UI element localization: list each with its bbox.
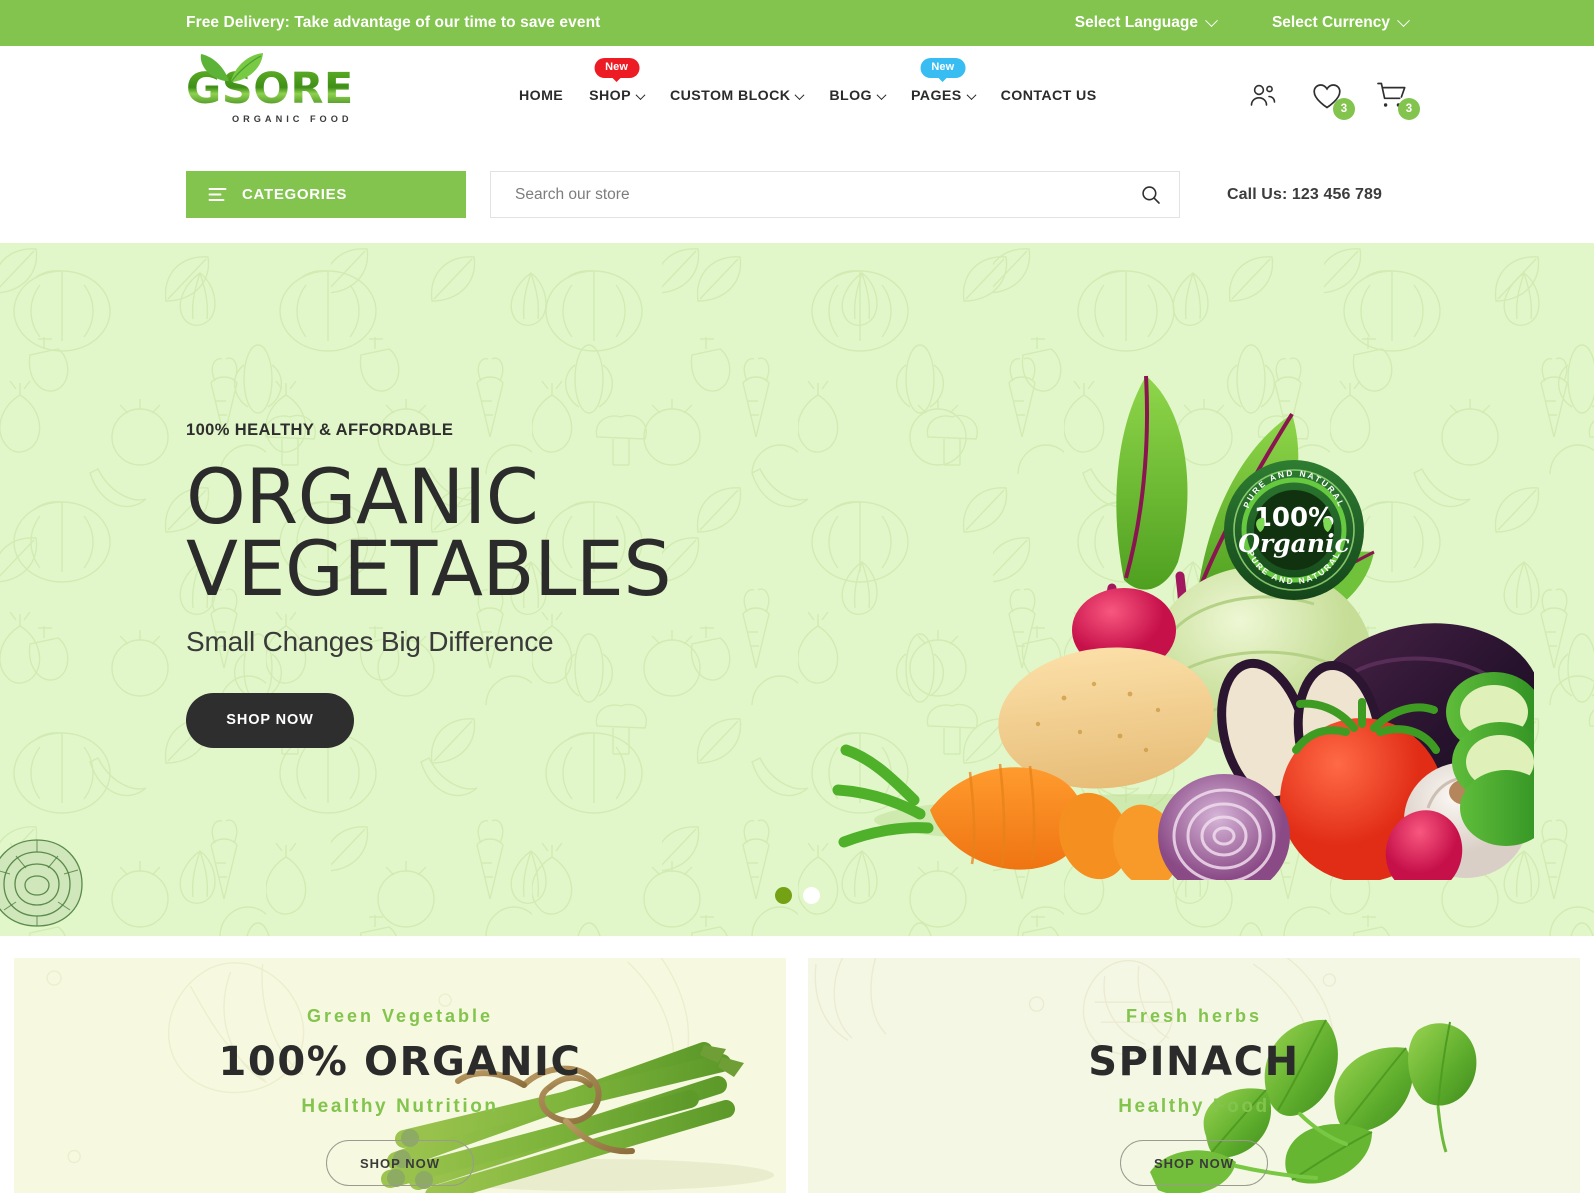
language-selector-label: Select Language [1074,14,1198,31]
cart-button[interactable]: 3 [1376,81,1420,120]
leaf-icon [200,53,263,83]
carousel-dot-1[interactable] [774,887,792,904]
logo-tagline: ORGANIC FOOD [232,114,353,124]
hero-carousel: 100% HEALTHY & AFFORDABLE ORGANIC VEGETA… [0,243,1594,936]
chevron-down-icon [876,89,887,100]
nav-item-blog[interactable]: BLOG [829,88,887,104]
nav-item-shop[interactable]: New SHOP [589,58,646,104]
carrot [930,763,1179,880]
promo-title: SPINACH [1088,1039,1300,1085]
hero-slide-content: 100% HEALTHY & AFFORDABLE ORGANIC VEGETA… [186,421,672,748]
hero-eyebrow: 100% HEALTHY & AFFORDABLE [186,421,454,440]
nav-label: CUSTOM BLOCK [669,88,791,104]
account-button[interactable] [1248,82,1278,110]
promo-shop-now-button[interactable]: SHOP NOW [1120,1140,1268,1186]
search-toolbar: CATEGORIES Call Us: 123 456 789 [0,146,1594,243]
promo-banner-row: Green Vegetable 100% ORGANIC Healthy Nut… [0,936,1594,1193]
cabbage-illustration [0,839,83,927]
top-announcement-bar: Free Delivery: Take advantage of our tim… [0,0,1594,46]
carousel-dot-2[interactable] [802,887,820,904]
promo-title: 100% ORGANIC [218,1039,582,1085]
promo-eyebrow: Fresh herbs [1125,1006,1263,1026]
categories-button[interactable]: CATEGORIES [186,171,466,218]
promo-banner-spinach[interactable]: Fresh herbs SPINACH Healthy Food SHOP NO… [808,958,1580,1193]
categories-label: CATEGORIES [242,186,348,203]
promo-shop-now-button[interactable]: SHOP NOW [326,1140,474,1186]
currency-selector-label: Select Currency [1271,14,1390,31]
carousel-pagination [0,887,1594,904]
search-box [490,171,1180,218]
organic-badge: PURE AND NATURAL PURE AND NATURAL 100% O… [1224,460,1364,600]
wishlist-button[interactable]: 3 [1311,82,1355,120]
promo-kicker: Healthy Food [1118,1096,1270,1117]
nav-label: SHOP [589,88,631,104]
language-selector[interactable]: Select Language [1074,13,1218,32]
call-us-text: Call Us: 123 456 789 [1227,185,1382,203]
scallion [832,744,934,848]
nav-item-contact-us[interactable]: CONTACT US [1001,88,1097,104]
currency-selector[interactable]: Select Currency [1271,13,1410,32]
promo-kicker: Healthy Nutrition [301,1096,499,1117]
nav-item-custom-block[interactable]: CUSTOM BLOCK [669,88,805,104]
announcement-text: Free Delivery: Take advantage of our tim… [186,14,601,31]
chevron-down-icon [1397,13,1410,27]
nav-badge-new: New [920,58,966,79]
search-input[interactable] [491,172,1123,217]
wishlist-count-badge: 3 [1333,97,1355,120]
hero-shop-now-button[interactable]: SHOP NOW [186,692,354,748]
cart-count-badge: 3 [1398,98,1420,120]
hero-title: ORGANIC VEGETABLES [186,452,672,613]
badge-word: Organic [1238,529,1350,558]
chevron-down-icon [966,89,977,100]
promo-eyebrow: Green Vegetable [306,1006,494,1026]
promo-banner-organic[interactable]: Green Vegetable 100% ORGANIC Healthy Nut… [14,958,786,1193]
site-header: GSORE ORGANIC FOOD HOME New SHOP CUSTOM … [0,46,1594,146]
main-navigation: HOME New SHOP CUSTOM BLOCK BLOG New PAGE… [519,58,1097,104]
search-icon [1142,185,1160,204]
menu-lines-icon [208,188,227,201]
hero-title-line-2: VEGETABLES [186,523,672,613]
search-submit-button[interactable] [1123,172,1179,217]
nav-label: PAGES [910,88,962,104]
nav-item-home[interactable]: HOME [519,88,563,104]
hero-vegetables-image: PURE AND NATURAL PURE AND NATURAL 100% O… [832,375,1534,880]
nav-label: BLOG [829,88,872,104]
chevron-down-icon [635,89,646,100]
hero-subtitle: Small Changes Big Difference [186,625,554,657]
nav-badge-new: New [594,58,640,79]
hero-title-line-1: ORGANIC [186,452,539,542]
chevron-down-icon [1205,13,1218,27]
chevron-down-icon [794,89,805,100]
users-icon [1250,84,1276,106]
site-logo[interactable]: GSORE ORGANIC FOOD [186,53,356,124]
nav-label: HOME [519,88,564,104]
nav-item-pages[interactable]: New PAGES [910,58,977,104]
nav-label: CONTACT US [1000,88,1097,104]
